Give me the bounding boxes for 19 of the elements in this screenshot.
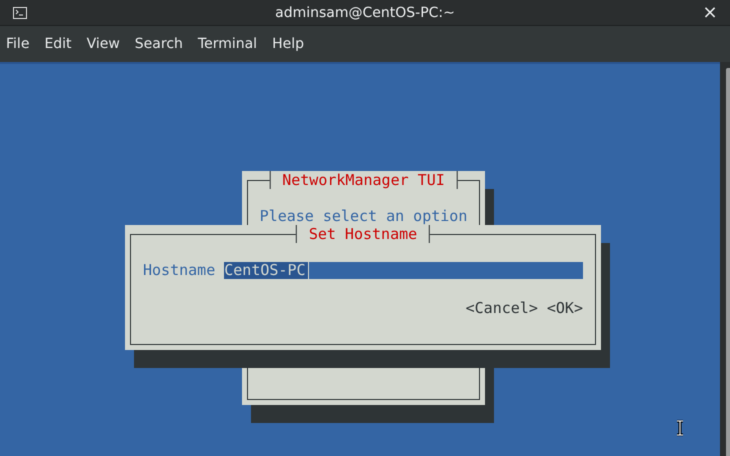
window-title: adminsam@CentOS-PC:~ <box>274 4 456 20</box>
prompt-text: Please select an option <box>258 207 468 225</box>
menu-item[interactable]: Search <box>134 36 191 52</box>
menu-item[interactable]: Edit <box>44 36 80 52</box>
menu-item[interactable]: Terminal <box>198 36 266 52</box>
terminal-icon <box>13 6 27 18</box>
dialog-title: Set Hostname <box>296 225 430 243</box>
menu-item[interactable]: View <box>86 36 128 52</box>
scroll-bar[interactable] <box>720 62 730 456</box>
dialog-button[interactable]: <OK> <box>546 299 583 317</box>
dialog-title: NetworkManager TUI <box>269 171 458 189</box>
field-value: CentOS-PC <box>224 262 309 278</box>
input-field[interactable]: CentOS-PC <box>224 262 583 278</box>
dialog-button[interactable]: <Cancel> <box>466 299 538 317</box>
menu-item[interactable]: File <box>6 36 38 52</box>
field-label: Hostname <box>143 261 216 279</box>
close-button[interactable]: × <box>702 4 718 22</box>
menu-item[interactable]: Help <box>272 36 312 52</box>
text-cursor-icon <box>676 420 684 436</box>
